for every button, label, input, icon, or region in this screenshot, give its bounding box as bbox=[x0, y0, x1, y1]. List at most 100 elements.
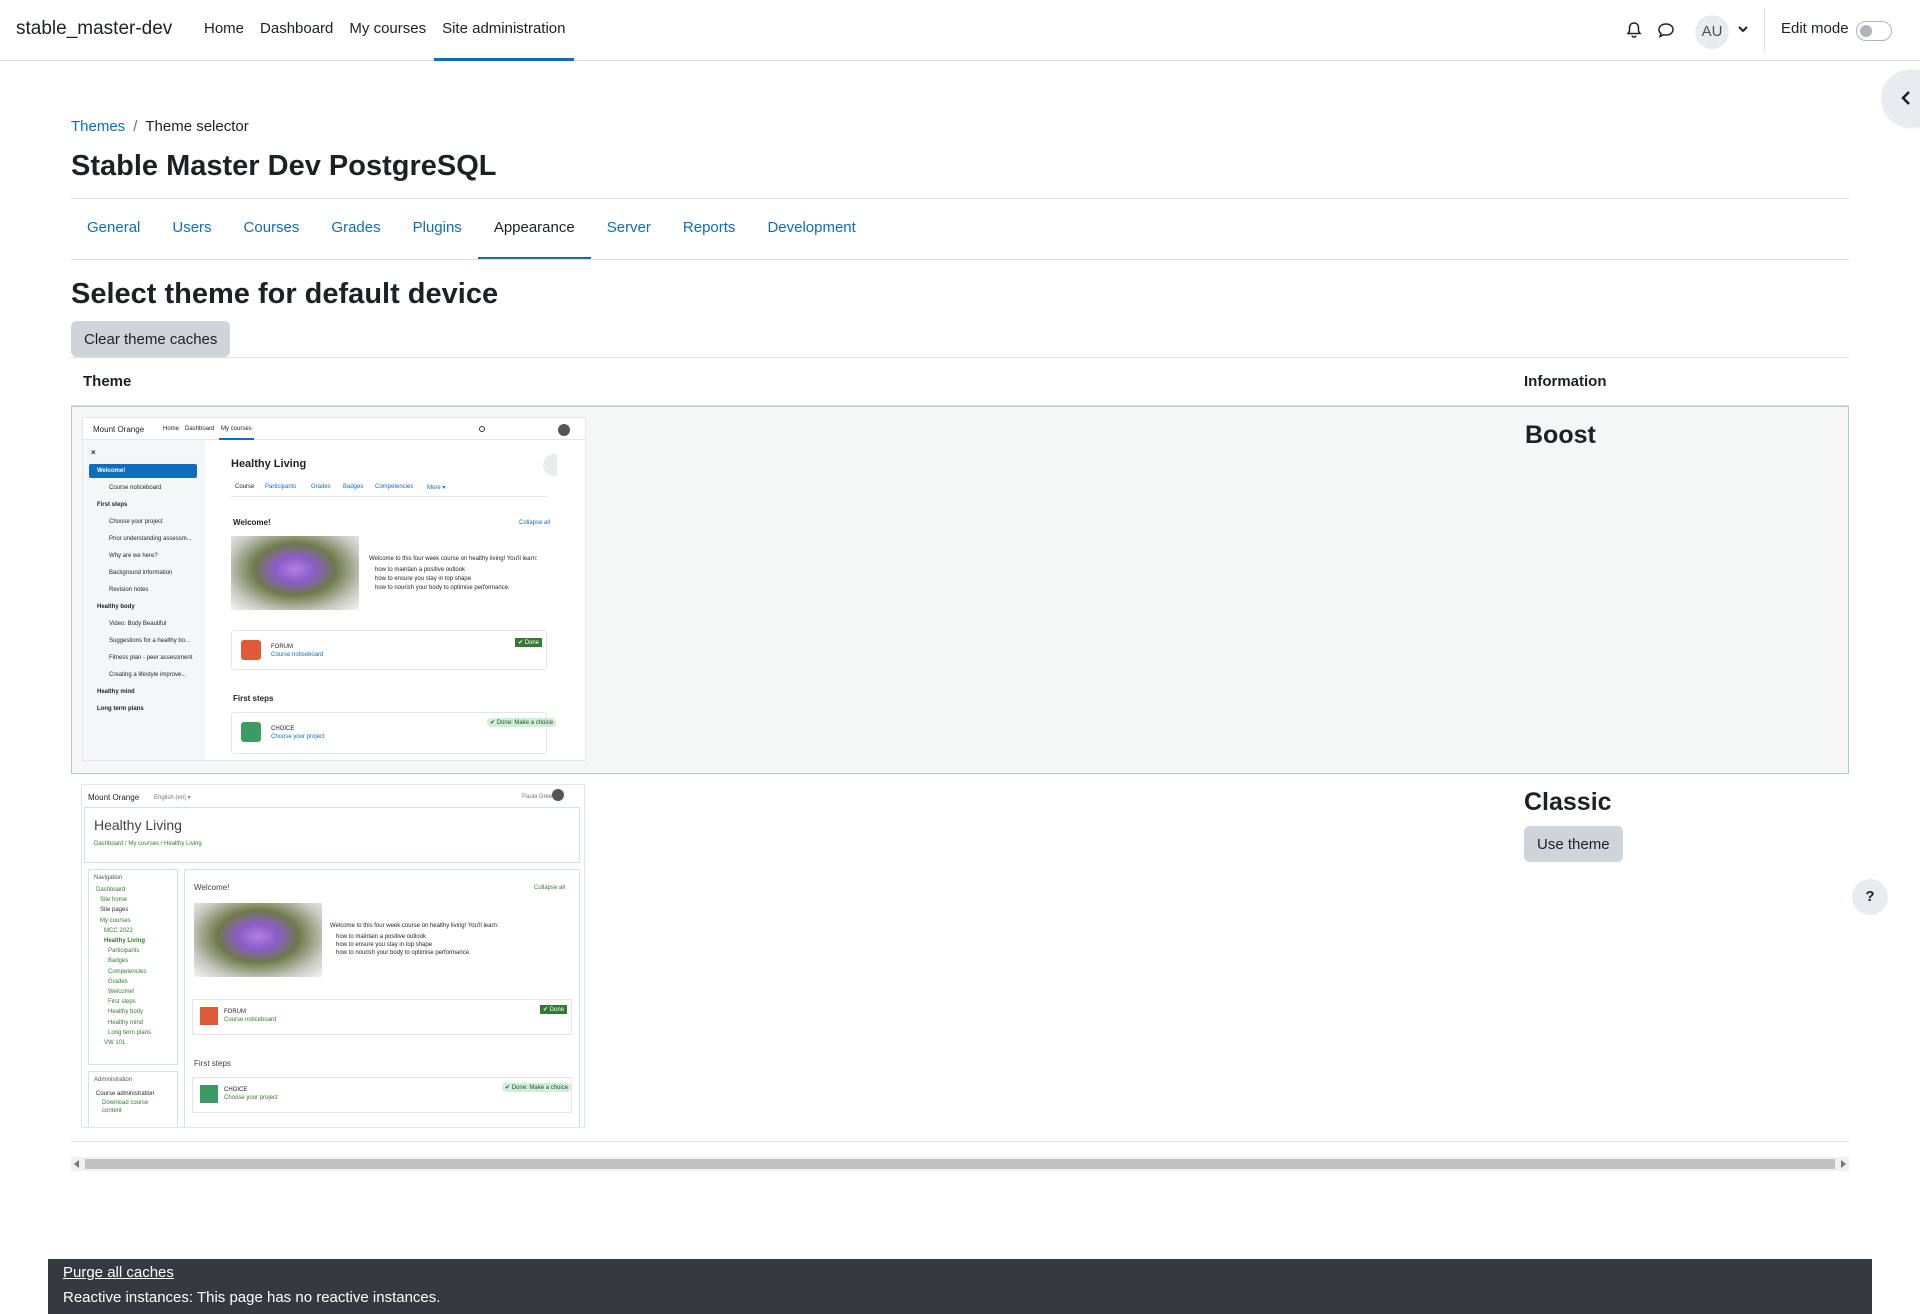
nav-home[interactable]: Home bbox=[196, 0, 252, 61]
mini-classic-admin-title: Administration bbox=[94, 1077, 133, 1083]
mini-classic-course-title: Healthy Living bbox=[94, 817, 182, 833]
tab-server[interactable]: Server bbox=[591, 199, 667, 260]
mini-collapse-all: Collapse all bbox=[519, 520, 551, 526]
mini-index-item: Prior understanding assessm... bbox=[109, 536, 192, 542]
mini-classic-site: Mount Orange bbox=[88, 793, 140, 802]
purge-all-caches-link[interactable]: Purge all caches bbox=[63, 1264, 174, 1281]
chevron-down-icon[interactable] bbox=[1736, 22, 1756, 42]
mini-classic-done: ✔ Done bbox=[540, 1005, 568, 1014]
mini-classic-choice-type: CHOICE bbox=[224, 1087, 248, 1093]
column-information-header: Information bbox=[1524, 373, 1607, 390]
mini-section-first-steps: First steps bbox=[233, 694, 274, 703]
breadcrumb: Themes / Theme selector bbox=[71, 118, 249, 135]
tab-development[interactable]: Development bbox=[751, 199, 871, 260]
mini-section-welcome: Welcome! bbox=[233, 518, 271, 527]
mini-classic-forum-type: FORUM bbox=[224, 1009, 246, 1015]
edit-mode-toggle[interactable] bbox=[1856, 21, 1892, 41]
mini-classic-nav-item: Dashboard bbox=[96, 887, 126, 893]
messages-icon[interactable] bbox=[1656, 20, 1676, 40]
mini-index-item: Welcome! bbox=[97, 468, 126, 474]
tab-users[interactable]: Users bbox=[156, 199, 227, 260]
mini-classic-nav-item: MCC 2022 bbox=[104, 927, 133, 934]
mini-index-item: Revision notes bbox=[109, 587, 149, 593]
mini-classic-choice-icon bbox=[200, 1085, 218, 1103]
mini-classic-nav-item: Welcome! bbox=[108, 989, 135, 995]
mini-search-icon bbox=[479, 426, 485, 432]
horizontal-scrollbar[interactable] bbox=[71, 1157, 1849, 1171]
mini-classic-nav-item: Healthy mind bbox=[108, 1019, 144, 1026]
nav-my-courses[interactable]: My courses bbox=[341, 0, 434, 61]
tab-reports[interactable]: Reports bbox=[667, 199, 752, 260]
mini-choice-done: ✔ Done: Make a choice bbox=[487, 718, 557, 727]
tabs-divider bbox=[71, 259, 1849, 260]
mini-choice-name: Choose your project bbox=[271, 734, 325, 740]
mini-classic-welcome: Welcome! bbox=[194, 883, 230, 892]
mini-index-item: Background information bbox=[109, 570, 173, 576]
use-theme-classic-button[interactable]: Use theme bbox=[1524, 826, 1623, 862]
mini-classic-nav-item: My courses bbox=[100, 917, 131, 924]
mini-classic-avatar bbox=[552, 789, 564, 801]
mini-index-item: Fitness plan - peer assessment bbox=[109, 655, 193, 661]
tab-general[interactable]: General bbox=[71, 199, 156, 260]
mini-classic-breadcrumb: Dashboard / My courses / Healthy Living bbox=[94, 841, 202, 847]
scroll-left-arrow[interactable] bbox=[74, 1160, 79, 1168]
chevron-left-icon bbox=[1899, 89, 1913, 111]
mini-classic-forum-name: Course noticeboard bbox=[224, 1017, 277, 1023]
site-brand[interactable]: stable_master-dev bbox=[16, 18, 172, 40]
mini-classic-bullet-3: how to nourish your body to optimise per… bbox=[336, 950, 471, 956]
clear-theme-caches-button[interactable]: Clear theme caches bbox=[71, 321, 231, 357]
mini-classic-nav-item: Grades bbox=[108, 978, 128, 985]
mini-classic-lang: English (en) ▾ bbox=[154, 795, 191, 801]
boost-screenshot: Mount Orange Home Dashboard My courses ×… bbox=[82, 417, 586, 761]
mini-intro: Welcome to this four week course on heal… bbox=[369, 556, 538, 562]
mini-index-item: Healthy mind bbox=[97, 689, 135, 695]
mini-bullet-3: how to nourish your body to optimise per… bbox=[375, 585, 510, 591]
mini-classic-nav-item: Long term plans bbox=[108, 1029, 152, 1036]
mini-course-tab: Badges bbox=[343, 484, 364, 490]
tab-grades[interactable]: Grades bbox=[315, 199, 396, 260]
top-navbar: stable_master-dev Home Dashboard My cour… bbox=[0, 0, 1920, 61]
mini-classic-lotus-image bbox=[194, 903, 322, 977]
tab-plugins[interactable]: Plugins bbox=[397, 199, 478, 260]
breadcrumb-separator: / bbox=[133, 118, 138, 135]
tab-courses[interactable]: Courses bbox=[228, 199, 316, 260]
admin-tabs: General Users Courses Grades Plugins App… bbox=[71, 199, 872, 260]
bell-icon[interactable] bbox=[1624, 20, 1644, 40]
mini-classic-download-2: content bbox=[102, 1108, 122, 1114]
mini-index-item: Choose your project bbox=[109, 519, 163, 525]
mini-classic-collapse: Collapse all bbox=[534, 885, 566, 891]
reactive-instances-text: Reactive instances: This page has no rea… bbox=[63, 1289, 441, 1306]
navbar-divider bbox=[1764, 8, 1765, 53]
mini-index-item: Long term plans bbox=[97, 706, 144, 712]
mini-classic-first-steps: First steps bbox=[194, 1059, 231, 1068]
theme-name-classic: Classic bbox=[1524, 788, 1612, 816]
classic-screenshot: Mount Orange English (en) ▾ Paula Green … bbox=[81, 784, 585, 1128]
mini-forum-name: Course noticeboard bbox=[271, 652, 324, 658]
mini-classic-choice-done: ✔ Done: Make a choice bbox=[502, 1083, 572, 1092]
table-row-classic: Mount Orange English (en) ▾ Paula Green … bbox=[71, 774, 1849, 1142]
page-footer: Purge all caches Reactive instances: Thi… bbox=[48, 1259, 1872, 1314]
scroll-right-arrow[interactable] bbox=[1841, 1160, 1846, 1168]
mini-classic-forum-icon bbox=[200, 1007, 218, 1025]
mini-classic-download: Download course bbox=[102, 1100, 149, 1106]
mini-course-tab: Course bbox=[235, 484, 255, 490]
mini-bullet-2: how to ensure you stay in top shape bbox=[375, 576, 472, 582]
section-title: Select theme for default device bbox=[71, 278, 499, 310]
mini-course-tab: Grades bbox=[311, 484, 331, 490]
mini-nav-dashboard: Dashboard bbox=[185, 426, 215, 432]
help-button[interactable]: ? bbox=[1852, 879, 1888, 915]
nav-site-administration[interactable]: Site administration bbox=[434, 0, 574, 61]
page-title: Stable Master Dev PostgreSQL bbox=[71, 150, 497, 182]
mini-classic-nav-item: Site home bbox=[100, 897, 128, 904]
nav-dashboard[interactable]: Dashboard bbox=[252, 0, 341, 61]
mini-index-item: Creating a lifestyle improve... bbox=[109, 672, 187, 678]
tab-appearance[interactable]: Appearance bbox=[477, 199, 591, 260]
mini-drawer-toggle bbox=[543, 454, 557, 476]
mini-classic-admin-item: Course administration bbox=[96, 1091, 155, 1097]
open-drawer-button[interactable] bbox=[1882, 70, 1920, 126]
mini-forum-type: FORUM bbox=[271, 644, 293, 650]
user-avatar[interactable]: AU bbox=[1695, 15, 1729, 49]
mini-classic-nav-title: Navigation bbox=[94, 875, 123, 881]
breadcrumb-themes-link[interactable]: Themes bbox=[71, 118, 125, 135]
scrollbar-thumb[interactable] bbox=[85, 1159, 1835, 1169]
